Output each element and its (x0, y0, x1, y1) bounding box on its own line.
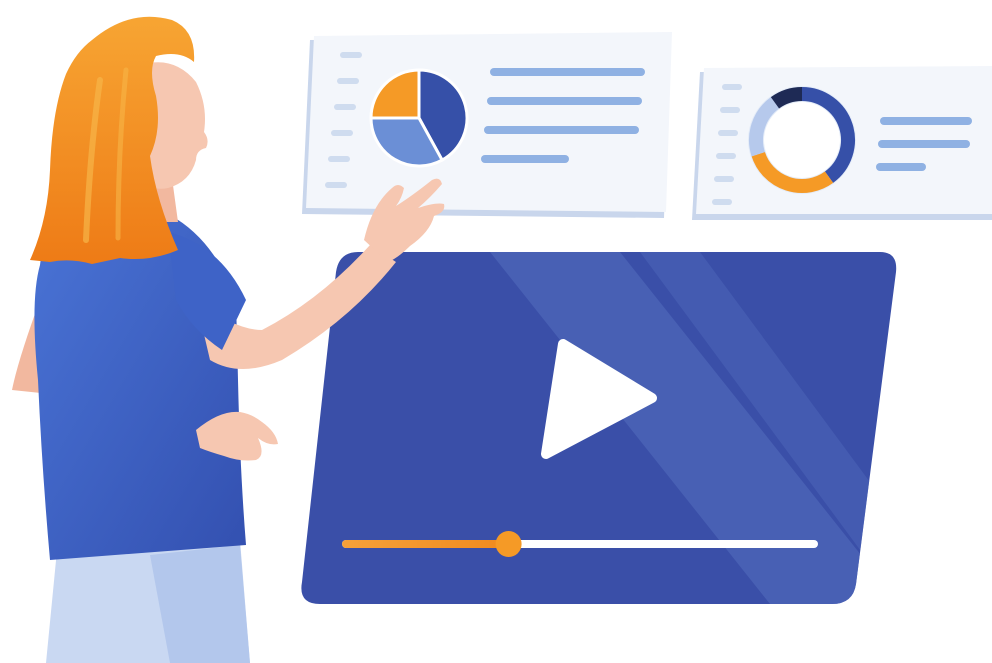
panel-card (306, 32, 672, 212)
video-player[interactable] (301, 252, 960, 604)
dashboard-panel-pie (302, 32, 672, 218)
progress-fill (342, 540, 509, 548)
pie-chart (369, 68, 469, 168)
donut-chart (748, 86, 856, 194)
scene (12, 16, 992, 663)
donut-hole (764, 102, 840, 178)
progress-knob[interactable] (495, 531, 522, 557)
dashboard-panel-donut (692, 66, 992, 220)
illustration (0, 0, 992, 663)
